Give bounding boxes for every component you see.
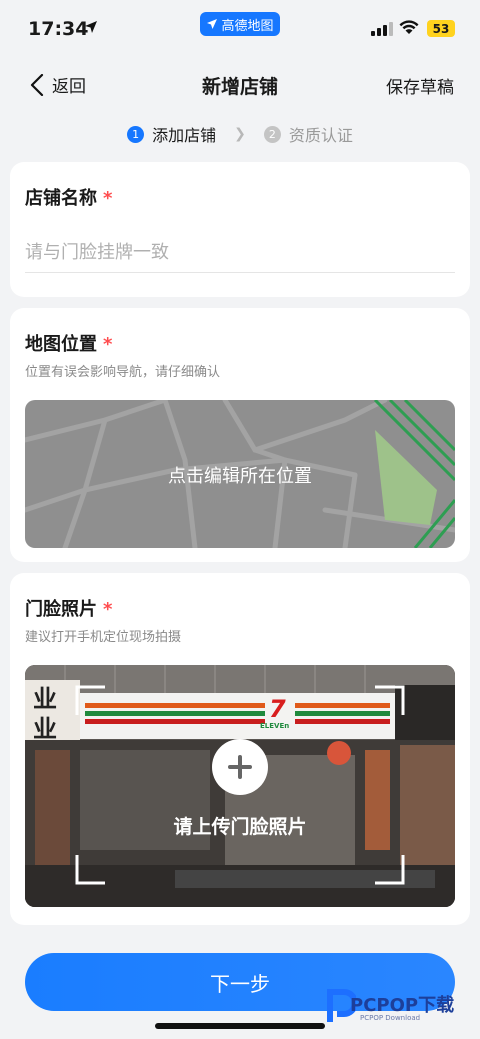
location-arrow-icon xyxy=(85,21,97,33)
photo-upload-area[interactable]: 业 业 7 ELEVEn 请上传门脸照片 xyxy=(25,665,455,907)
store-name-title: 店铺名称 * xyxy=(25,184,112,210)
required-mark: * xyxy=(103,334,113,355)
upload-photo-label: 请上传门脸照片 xyxy=(173,816,307,838)
back-to-app-pill[interactable]: 高德地图 xyxy=(200,12,280,36)
signal-icon xyxy=(371,22,393,36)
battery-level: 53 xyxy=(432,21,450,36)
map-location-card: 地图位置 * 位置有误会影响导航，请仔细确认 点击编辑所在位置 xyxy=(10,308,470,562)
step-qualification: 2 资质认证 xyxy=(263,122,353,146)
plus-icon xyxy=(228,755,252,779)
store-name-title-text: 店铺名称 xyxy=(25,188,97,209)
step-2-label: 资质认证 xyxy=(288,126,353,145)
required-mark: * xyxy=(103,599,113,620)
step-1-label: 添加店铺 xyxy=(152,126,217,145)
storefront-photo-hint: 建议打开手机定位现场拍摄 xyxy=(25,630,182,645)
map-location-hint: 位置有误会影响导航，请仔细确认 xyxy=(25,365,221,380)
watermark: PCPOP下载 PCPOP Download xyxy=(326,988,476,1030)
home-indicator[interactable] xyxy=(155,1023,325,1029)
edit-location-label: 点击编辑所在位置 xyxy=(168,466,312,487)
storefront-photo-card: 门脸照片 * 建议打开手机定位现场拍摄 业 业 7 ELEVEn 请上传门脸照片 xyxy=(10,573,470,925)
wifi-icon xyxy=(399,20,419,34)
map-location-title-text: 地图位置 xyxy=(25,334,97,355)
battery-indicator: 53 xyxy=(427,20,455,37)
step-indicator: 1 添加店铺 ❯ 2 资质认证 xyxy=(0,120,480,148)
step-1-badge: 1 xyxy=(127,125,145,143)
step-2-badge: 2 xyxy=(263,125,281,143)
map-location-title: 地图位置 * xyxy=(25,330,112,356)
bottom-action-bar: 下一步 PCPOP下载 PCPOP Download xyxy=(0,934,480,1039)
back-label: 返回 xyxy=(52,77,86,97)
map-preview[interactable]: 点击编辑所在位置 xyxy=(25,400,455,548)
upload-plus-button[interactable] xyxy=(212,739,268,795)
chevron-left-icon xyxy=(30,73,44,96)
required-mark: * xyxy=(103,188,113,209)
store-name-input[interactable] xyxy=(25,232,455,273)
status-bar: 17:34 高德地图 53 xyxy=(0,0,480,56)
navigation-bar: 返回 新增店铺 保存草稿 xyxy=(0,60,480,110)
storefront-photo-title-text: 门脸照片 xyxy=(25,599,97,620)
status-time: 17:34 xyxy=(28,18,89,40)
store-name-card: 店铺名称 * xyxy=(10,162,470,297)
app-pill-label: 高德地图 xyxy=(221,18,274,34)
storefront-photo-title: 门脸照片 * xyxy=(25,595,112,621)
back-button[interactable]: 返回 xyxy=(30,72,86,97)
step-add-store: 1 添加店铺 xyxy=(127,122,216,146)
save-draft-button[interactable]: 保存草稿 xyxy=(386,73,454,98)
chevron-right-icon: ❯ xyxy=(234,126,246,142)
send-icon xyxy=(207,19,218,29)
watermark-sub-text: PCPOP Download xyxy=(360,1014,421,1022)
